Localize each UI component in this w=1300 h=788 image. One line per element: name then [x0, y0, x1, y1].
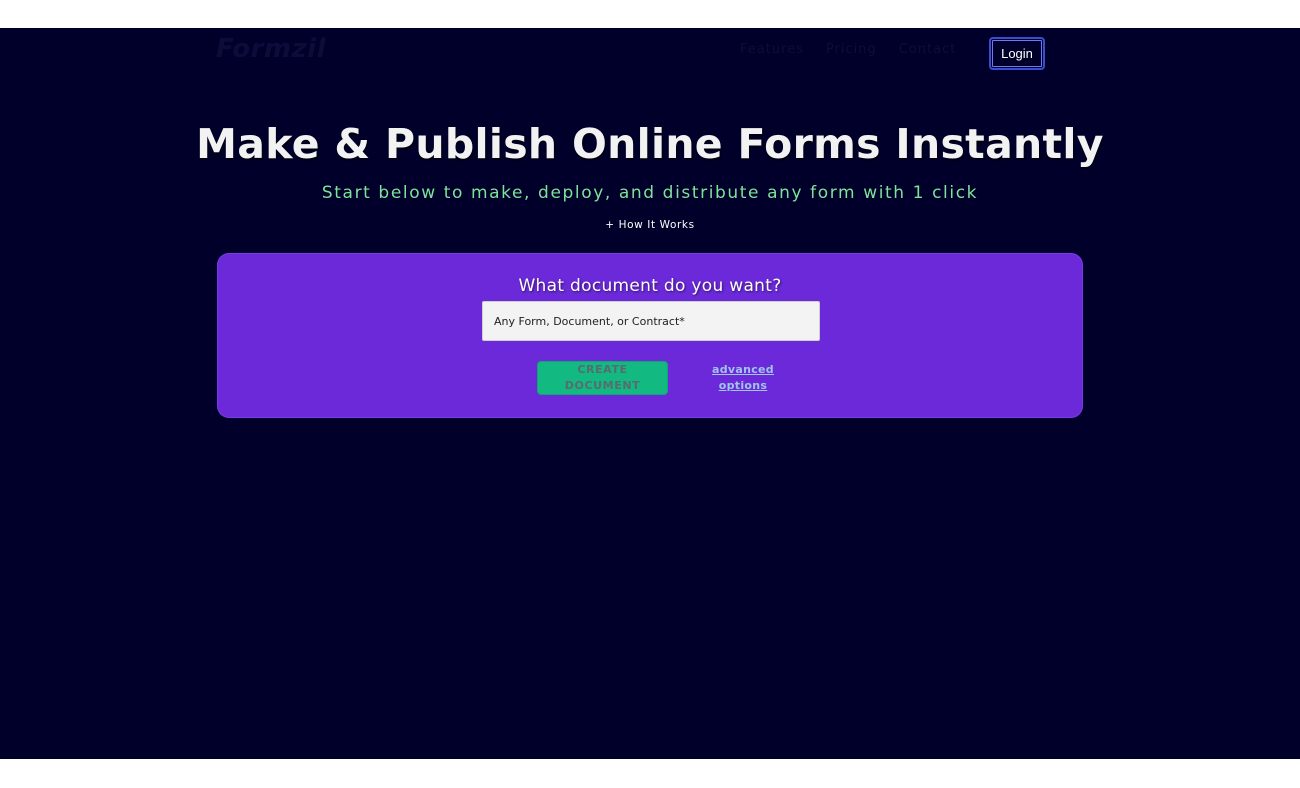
hero-title: Make & Publish Online Forms Instantly [196, 120, 1104, 168]
how-it-works-link[interactable]: + How It Works [605, 219, 694, 231]
advanced-options-link[interactable]: advanced options [706, 362, 780, 394]
nav-link-contact[interactable]: Contact [899, 42, 957, 57]
how-it-works-row: + How It Works [0, 219, 1300, 231]
document-input[interactable] [482, 301, 820, 341]
brand-logo[interactable]: Formzil [216, 34, 326, 64]
top-nav: Features Pricing Contact [740, 42, 956, 57]
card-title: What document do you want? [518, 276, 782, 296]
app-window: Formzil Features Pricing Contact Login M… [0, 28, 1300, 759]
document-request-card: What document do you want? CREATE DOCUME… [217, 253, 1083, 418]
nav-link-pricing[interactable]: Pricing [826, 42, 877, 57]
nav-link-features[interactable]: Features [740, 42, 804, 57]
create-document-button[interactable]: CREATE DOCUMENT [537, 361, 668, 395]
hero-subtitle: Start below to make, deploy, and distrib… [321, 183, 979, 203]
login-button[interactable]: Login [989, 37, 1045, 70]
